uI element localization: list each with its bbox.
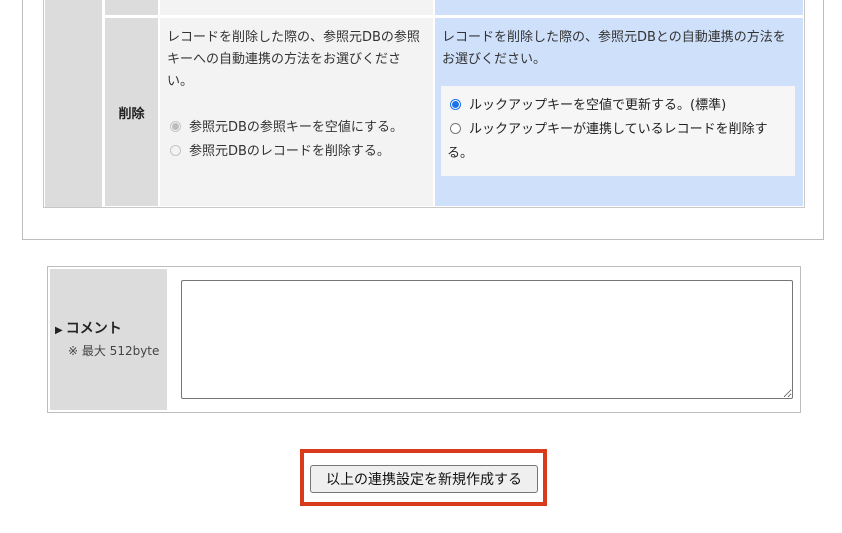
comment-title: ▶ コメント (55, 318, 122, 338)
previous-row-current-cell (160, 0, 433, 15)
delete-new-options: ルックアップキーを空値で更新する。(標準) ルックアップキーが連携しているレコー… (441, 86, 795, 176)
comment-label-cell (50, 269, 167, 410)
comment-textarea[interactable] (181, 280, 793, 399)
current-option-delete-record-label: 参照元DBのレコードを削除する。 (189, 144, 390, 159)
current-option-delete-record: 参照元DBのレコードを削除する。 (167, 140, 429, 164)
triangle-right-icon: ▶ (55, 325, 63, 336)
previous-row-new-cell (435, 0, 803, 15)
current-option-clear-key-label: 参照元DBの参照キーを空値にする。 (189, 120, 404, 135)
delete-row-label: 削除 (105, 18, 158, 206)
delete-current-description: レコードを削除した際の、参照元DBの参照キーへの自動連携の方法をお選びください。 (167, 30, 420, 89)
radio-delete-record-disabled (170, 145, 181, 156)
previous-row-label-cell (105, 0, 158, 15)
comment-limit-note: ※ 最大 512byte (68, 344, 160, 358)
create-relation-button[interactable]: 以上の連携設定を新規作成する (310, 465, 538, 493)
delete-current-setting-cell: レコードを削除した際の、参照元DBの参照キーへの自動連携の方法をお選びください。 (160, 18, 433, 206)
new-option-clear-lookup-key-label[interactable]: ルックアップキーを空値で更新する。(標準) (469, 98, 726, 113)
radio-clear-lookup-key[interactable] (450, 99, 461, 110)
radio-delete-linked-record[interactable] (450, 123, 461, 134)
section-header-strip (45, 0, 102, 207)
new-option-clear-lookup-key[interactable]: ルックアップキーを空値で更新する。(標準) (447, 94, 789, 118)
comment-title-text: コメント (65, 321, 122, 337)
new-option-delete-linked-record[interactable]: ルックアップキーが連携しているレコードを削除する。 (447, 118, 789, 166)
delete-current-options: 参照元DBの参照キーを空値にする。 参照元DBのレコードを削除する。 (167, 116, 429, 164)
current-option-clear-key: 参照元DBの参照キーを空値にする。 (167, 116, 429, 140)
radio-clear-key-disabled (170, 121, 181, 132)
delete-new-description: レコードを削除した際の、参照元DBとの自動連携の方法をお選びください。 (442, 30, 786, 67)
new-option-delete-linked-record-label[interactable]: ルックアップキーが連携しているレコードを削除する。 (447, 122, 768, 161)
